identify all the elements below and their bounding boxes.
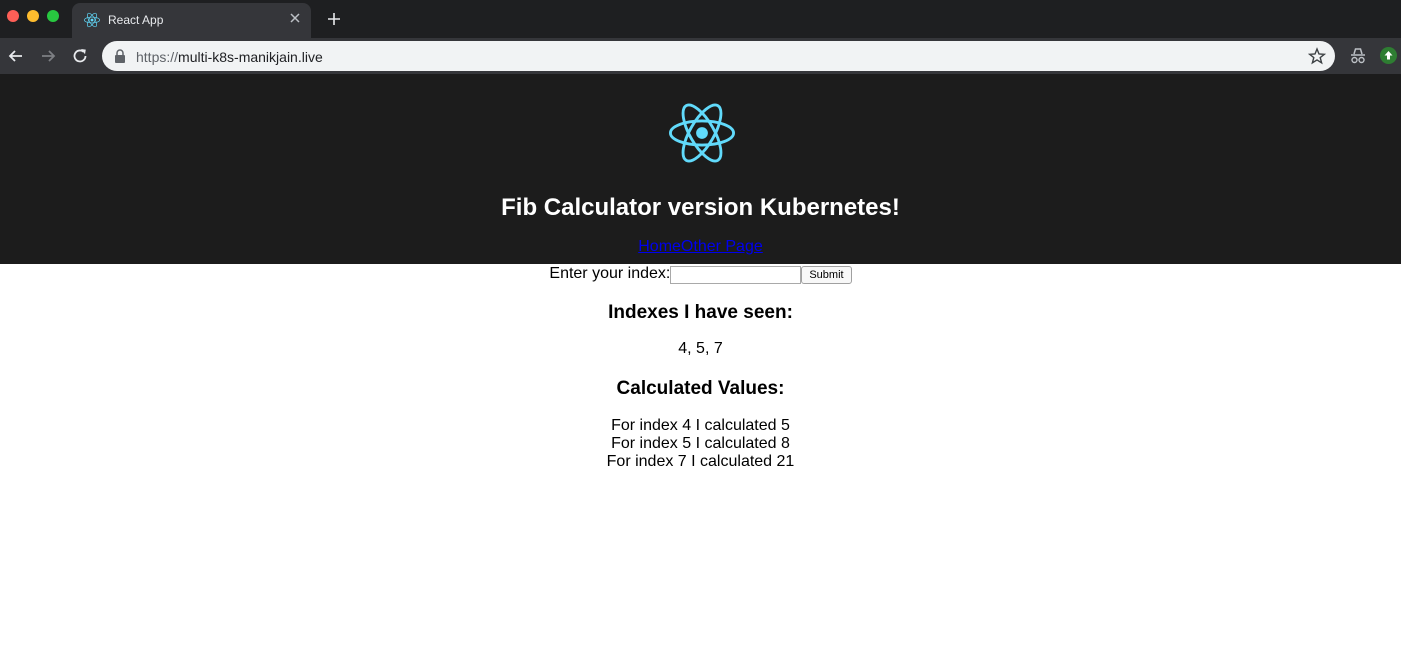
close-icon[interactable]	[288, 11, 302, 25]
index-form: Enter your index: Submit	[0, 264, 1401, 286]
extension-icon[interactable]	[1380, 47, 1397, 64]
page-title: Fib Calculator version Kubernetes!	[501, 194, 900, 221]
plus-icon[interactable]	[325, 10, 343, 28]
tab-title: React App	[108, 13, 164, 27]
star-icon[interactable]	[1308, 47, 1326, 65]
calculated-item: For index 7 I calculated 21	[606, 453, 795, 470]
index-label: Enter your index:	[549, 265, 671, 282]
browser-tab[interactable]: React App	[72, 3, 311, 38]
url-text: https://multi-k8s-manikjain.live	[136, 49, 323, 65]
home-link[interactable]: Home	[638, 238, 681, 255]
page-viewport: Fib Calculator version Kubernetes! HomeO…	[0, 74, 1401, 669]
incognito-icon[interactable]	[1348, 46, 1368, 66]
react-icon	[84, 12, 100, 28]
calculated-heading: Calculated Values:	[616, 378, 785, 399]
app-header: Fib Calculator version Kubernetes! HomeO…	[0, 74, 1401, 264]
arrow-up-icon	[1384, 51, 1393, 60]
other-page-link[interactable]: Other Page	[681, 238, 763, 255]
submit-button[interactable]: Submit	[801, 266, 852, 284]
index-input[interactable]	[670, 266, 802, 284]
nav-links: HomeOther Page	[0, 238, 1401, 256]
back-arrow-icon[interactable]	[6, 46, 26, 66]
react-icon	[669, 103, 735, 163]
seen-values: 4, 5, 7	[678, 340, 723, 357]
lock-icon	[115, 49, 125, 63]
url-host: multi-k8s-manikjain.live	[178, 49, 323, 65]
maximize-window-button[interactable]	[47, 10, 59, 22]
seen-heading: Indexes I have seen:	[608, 302, 793, 323]
calculated-list: For index 4 I calculated 5 For index 5 I…	[0, 417, 1401, 471]
calculated-item: For index 4 I calculated 5	[611, 417, 790, 434]
address-bar[interactable]: https://multi-k8s-manikjain.live	[102, 41, 1335, 71]
browser-tab-strip: React App	[0, 0, 1401, 38]
forward-arrow-icon[interactable]	[38, 46, 58, 66]
close-window-button[interactable]	[7, 10, 19, 22]
url-scheme: https://	[136, 49, 179, 65]
browser-toolbar: https://multi-k8s-manikjain.live	[0, 38, 1401, 74]
reload-icon[interactable]	[70, 46, 90, 66]
calculated-item: For index 5 I calculated 8	[611, 435, 790, 452]
minimize-window-button[interactable]	[27, 10, 39, 22]
